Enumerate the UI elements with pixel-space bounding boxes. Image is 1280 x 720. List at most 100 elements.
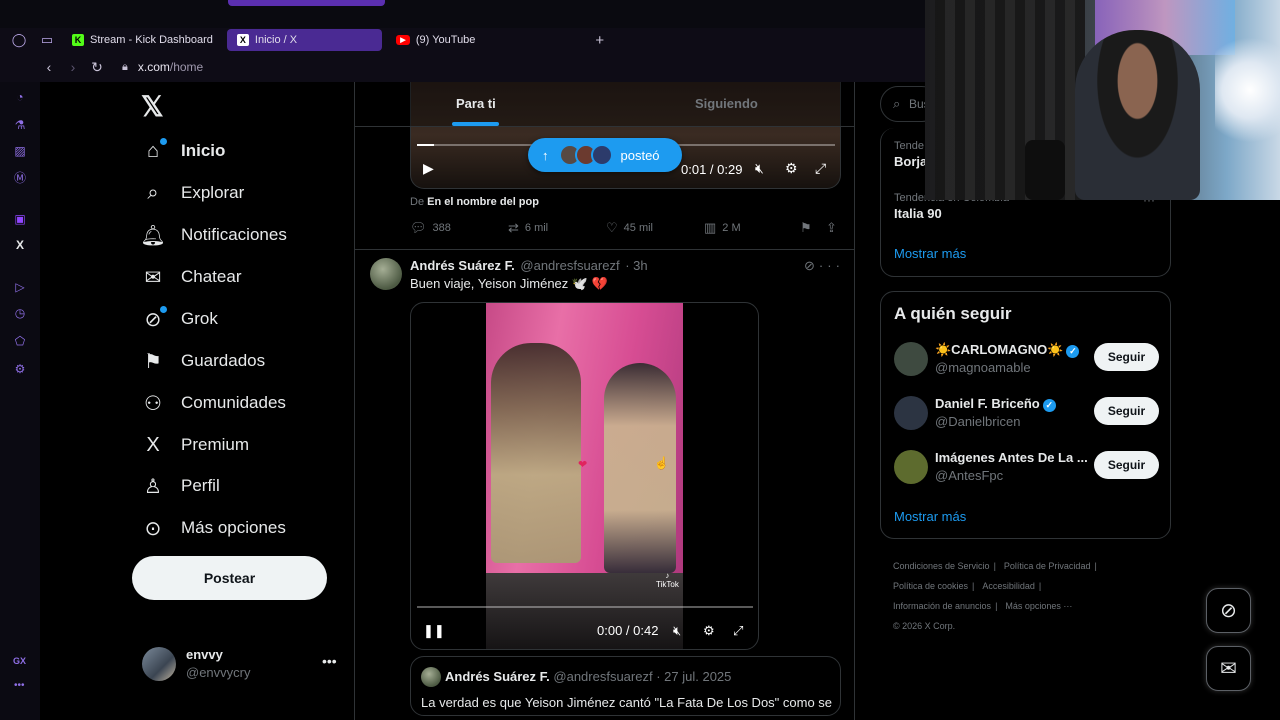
follow-suggestion[interactable]: Imágenes Antes De La ... @AntesFpc Segui…	[894, 448, 1160, 486]
url-field[interactable]: x.com/home	[138, 60, 203, 74]
extensions-icon[interactable]: ⬠	[11, 332, 29, 350]
follow-button[interactable]: Seguir	[1094, 343, 1159, 371]
avatar[interactable]	[894, 396, 928, 430]
mute-icon[interactable]: 🔇︎	[755, 160, 764, 177]
nav-premium[interactable]: X Premium	[141, 430, 249, 460]
back-icon[interactable]: ‹	[38, 59, 60, 75]
pause-icon[interactable]: ❚❚	[423, 623, 445, 639]
post-actions: 💬︎ 388 ⇄ 6 mil ♡ 45 mil ▥ 2 M ⚑ ⇪	[410, 220, 845, 238]
player-icon[interactable]: ▷	[11, 278, 29, 296]
footer-link[interactable]: Condiciones de Servicio	[893, 561, 990, 571]
reply-button[interactable]: 💬︎ 388	[410, 220, 451, 236]
mute-icon[interactable]: 🔇︎	[673, 623, 681, 639]
twitch-icon[interactable]: ▣	[11, 210, 29, 228]
timeline: ▶ 0:01 / 0:29 🔇︎ ⚙ ⤢ Para ti Siguiendo ↑…	[354, 82, 855, 720]
speed-dial-icon[interactable]: ◔	[11, 88, 29, 106]
opera-menu-icon[interactable]: ◯	[8, 29, 30, 51]
video-progress[interactable]	[417, 606, 753, 608]
like-button[interactable]: ♡ 45 mil	[606, 220, 653, 236]
video-settings-icon[interactable]: ⚙	[785, 160, 798, 177]
author-handle[interactable]: @andresfsuarezf	[520, 258, 619, 273]
fullscreen-icon[interactable]: ⤢	[733, 623, 743, 639]
more-horizontal-icon[interactable]: ···	[819, 258, 844, 273]
new-posts-pill[interactable]: ↑ posteó	[528, 138, 682, 172]
mouse-cursor-icon: ☝	[654, 456, 669, 470]
avatar[interactable]	[894, 342, 928, 376]
gx-control-icon[interactable]: ⚗	[11, 116, 29, 134]
bookmark-button[interactable]: ⚑	[800, 220, 812, 236]
new-tab-icon[interactable]: +	[595, 32, 604, 49]
tab-youtube[interactable]: ▶ (9) YouTube	[386, 29, 486, 51]
footer-link[interactable]: Política de Privacidad	[1004, 561, 1091, 571]
streamer	[1075, 30, 1200, 200]
post-video[interactable]: ❤ ♪ TikTok ☝ ❚❚ 0:00 / 0:42 🔇︎ ⚙ ⤢	[410, 302, 759, 650]
show-more-trends[interactable]: Mostrar más	[894, 246, 966, 261]
webcam-overlay	[925, 0, 1280, 200]
nav-perfil[interactable]: ♙ Perfil	[141, 471, 220, 501]
nav-inicio[interactable]: ⌂ Inicio	[141, 136, 225, 166]
video-figure	[491, 343, 581, 563]
bookmark-icon: ⚑	[144, 350, 162, 373]
show-more-follow[interactable]: Mostrar más	[894, 509, 966, 524]
author-name[interactable]: Andrés Suárez F.	[410, 258, 515, 273]
gx-corner-icon[interactable]: Ⓜ	[11, 168, 29, 186]
nav-mas-opciones[interactable]: ⊙ Más opciones	[141, 513, 286, 543]
repost-button[interactable]: ⇄ 6 mil	[508, 220, 548, 236]
arrow-up-icon: ↑	[542, 147, 549, 163]
views-button[interactable]: ▥ 2 M	[704, 220, 741, 236]
quoted-post[interactable]: Andrés Suárez F. @andresfsuarezf · 27 ju…	[410, 656, 841, 716]
footer-link[interactable]: Política de cookies	[893, 581, 968, 591]
messages-fab-icon[interactable]: ✉	[1206, 646, 1251, 691]
share-button[interactable]: ⇪	[826, 220, 837, 236]
nav-notificaciones[interactable]: 🔔︎ Notificaciones	[140, 220, 287, 250]
nav-guardados[interactable]: ⚑ Guardados	[141, 346, 265, 376]
video-source[interactable]: De En el nombre del pop	[410, 196, 539, 208]
grok-fab-icon[interactable]: ⊘	[1206, 588, 1251, 633]
gx-more-icon[interactable]: •••	[14, 680, 25, 691]
suggestion-handle: @magnoamable	[935, 360, 1031, 375]
tab-para-ti[interactable]: Para ti	[456, 96, 496, 111]
nav-grok[interactable]: ⊘ Grok	[141, 304, 218, 334]
follow-button[interactable]: Seguir	[1094, 397, 1159, 425]
play-icon[interactable]: ▶	[423, 160, 434, 177]
avatar[interactable]	[894, 450, 928, 484]
nav-explorar[interactable]: ⌕ Explorar	[141, 178, 244, 208]
nav-comunidades[interactable]: ⚇ Comunidades	[141, 388, 286, 418]
tab-islands-icon[interactable]: ▭	[36, 29, 58, 51]
tab-kick[interactable]: K Stream - Kick Dashboard	[62, 29, 223, 51]
grok-icon[interactable]: ⊘	[804, 258, 819, 273]
tab-x-inicio[interactable]: X Inicio / X	[226, 29, 382, 51]
who-to-follow: A quién seguir ☀️CARLOMAGNO☀️ ✓ @magnoama…	[880, 291, 1171, 539]
footer-link[interactable]: Accesibilidad	[982, 581, 1035, 591]
reload-icon[interactable]: ↻	[86, 59, 108, 76]
home-icon: ⌂	[141, 138, 167, 163]
x-logo-icon[interactable]: 𝕏	[141, 90, 164, 123]
tiktok-watermark: ♪ TikTok	[656, 571, 679, 589]
gx-cleaner-icon[interactable]: ▨	[11, 142, 29, 160]
lock-icon: 🔒︎	[122, 60, 128, 73]
fullscreen-icon[interactable]: ⤢	[815, 160, 826, 177]
tab-siguiendo[interactable]: Siguiendo	[695, 96, 758, 111]
verified-icon: ✓	[1042, 399, 1056, 412]
more-horizontal-icon[interactable]: •••	[322, 653, 337, 669]
follow-button[interactable]: Seguir	[1094, 451, 1159, 479]
address-bar: ‹ › ↻ 🔒︎ x.com/home	[0, 52, 925, 82]
account-switcher[interactable]: envvy @envvycry •••	[142, 645, 342, 681]
forward-icon[interactable]: ›	[62, 59, 84, 75]
follow-suggestion[interactable]: Daniel F. Briceño ✓ @Danielbricen Seguir	[894, 394, 1160, 432]
history-icon[interactable]: ◷	[11, 304, 29, 322]
post-button[interactable]: Postear	[132, 556, 327, 600]
post-tools: ⊘···	[804, 258, 844, 274]
avatar[interactable]	[370, 258, 402, 290]
post-time[interactable]: · 3h	[625, 258, 647, 273]
x-sidebar-icon[interactable]: X	[11, 236, 29, 254]
footer-link[interactable]: Información de anuncios	[893, 601, 991, 611]
video-settings-icon[interactable]: ⚙	[703, 623, 715, 639]
nav-chatear[interactable]: ✉ Chatear	[141, 262, 242, 292]
trend-item[interactable]: Tende Borja	[894, 140, 927, 169]
settings-icon[interactable]: ⚙	[11, 360, 29, 378]
microphone	[1025, 140, 1065, 200]
footer-link[interactable]: Más opciones ···	[1005, 601, 1072, 611]
follow-suggestion[interactable]: ☀️CARLOMAGNO☀️ ✓ @magnoamable Seguir	[894, 340, 1160, 378]
x-icon: X	[236, 34, 249, 46]
